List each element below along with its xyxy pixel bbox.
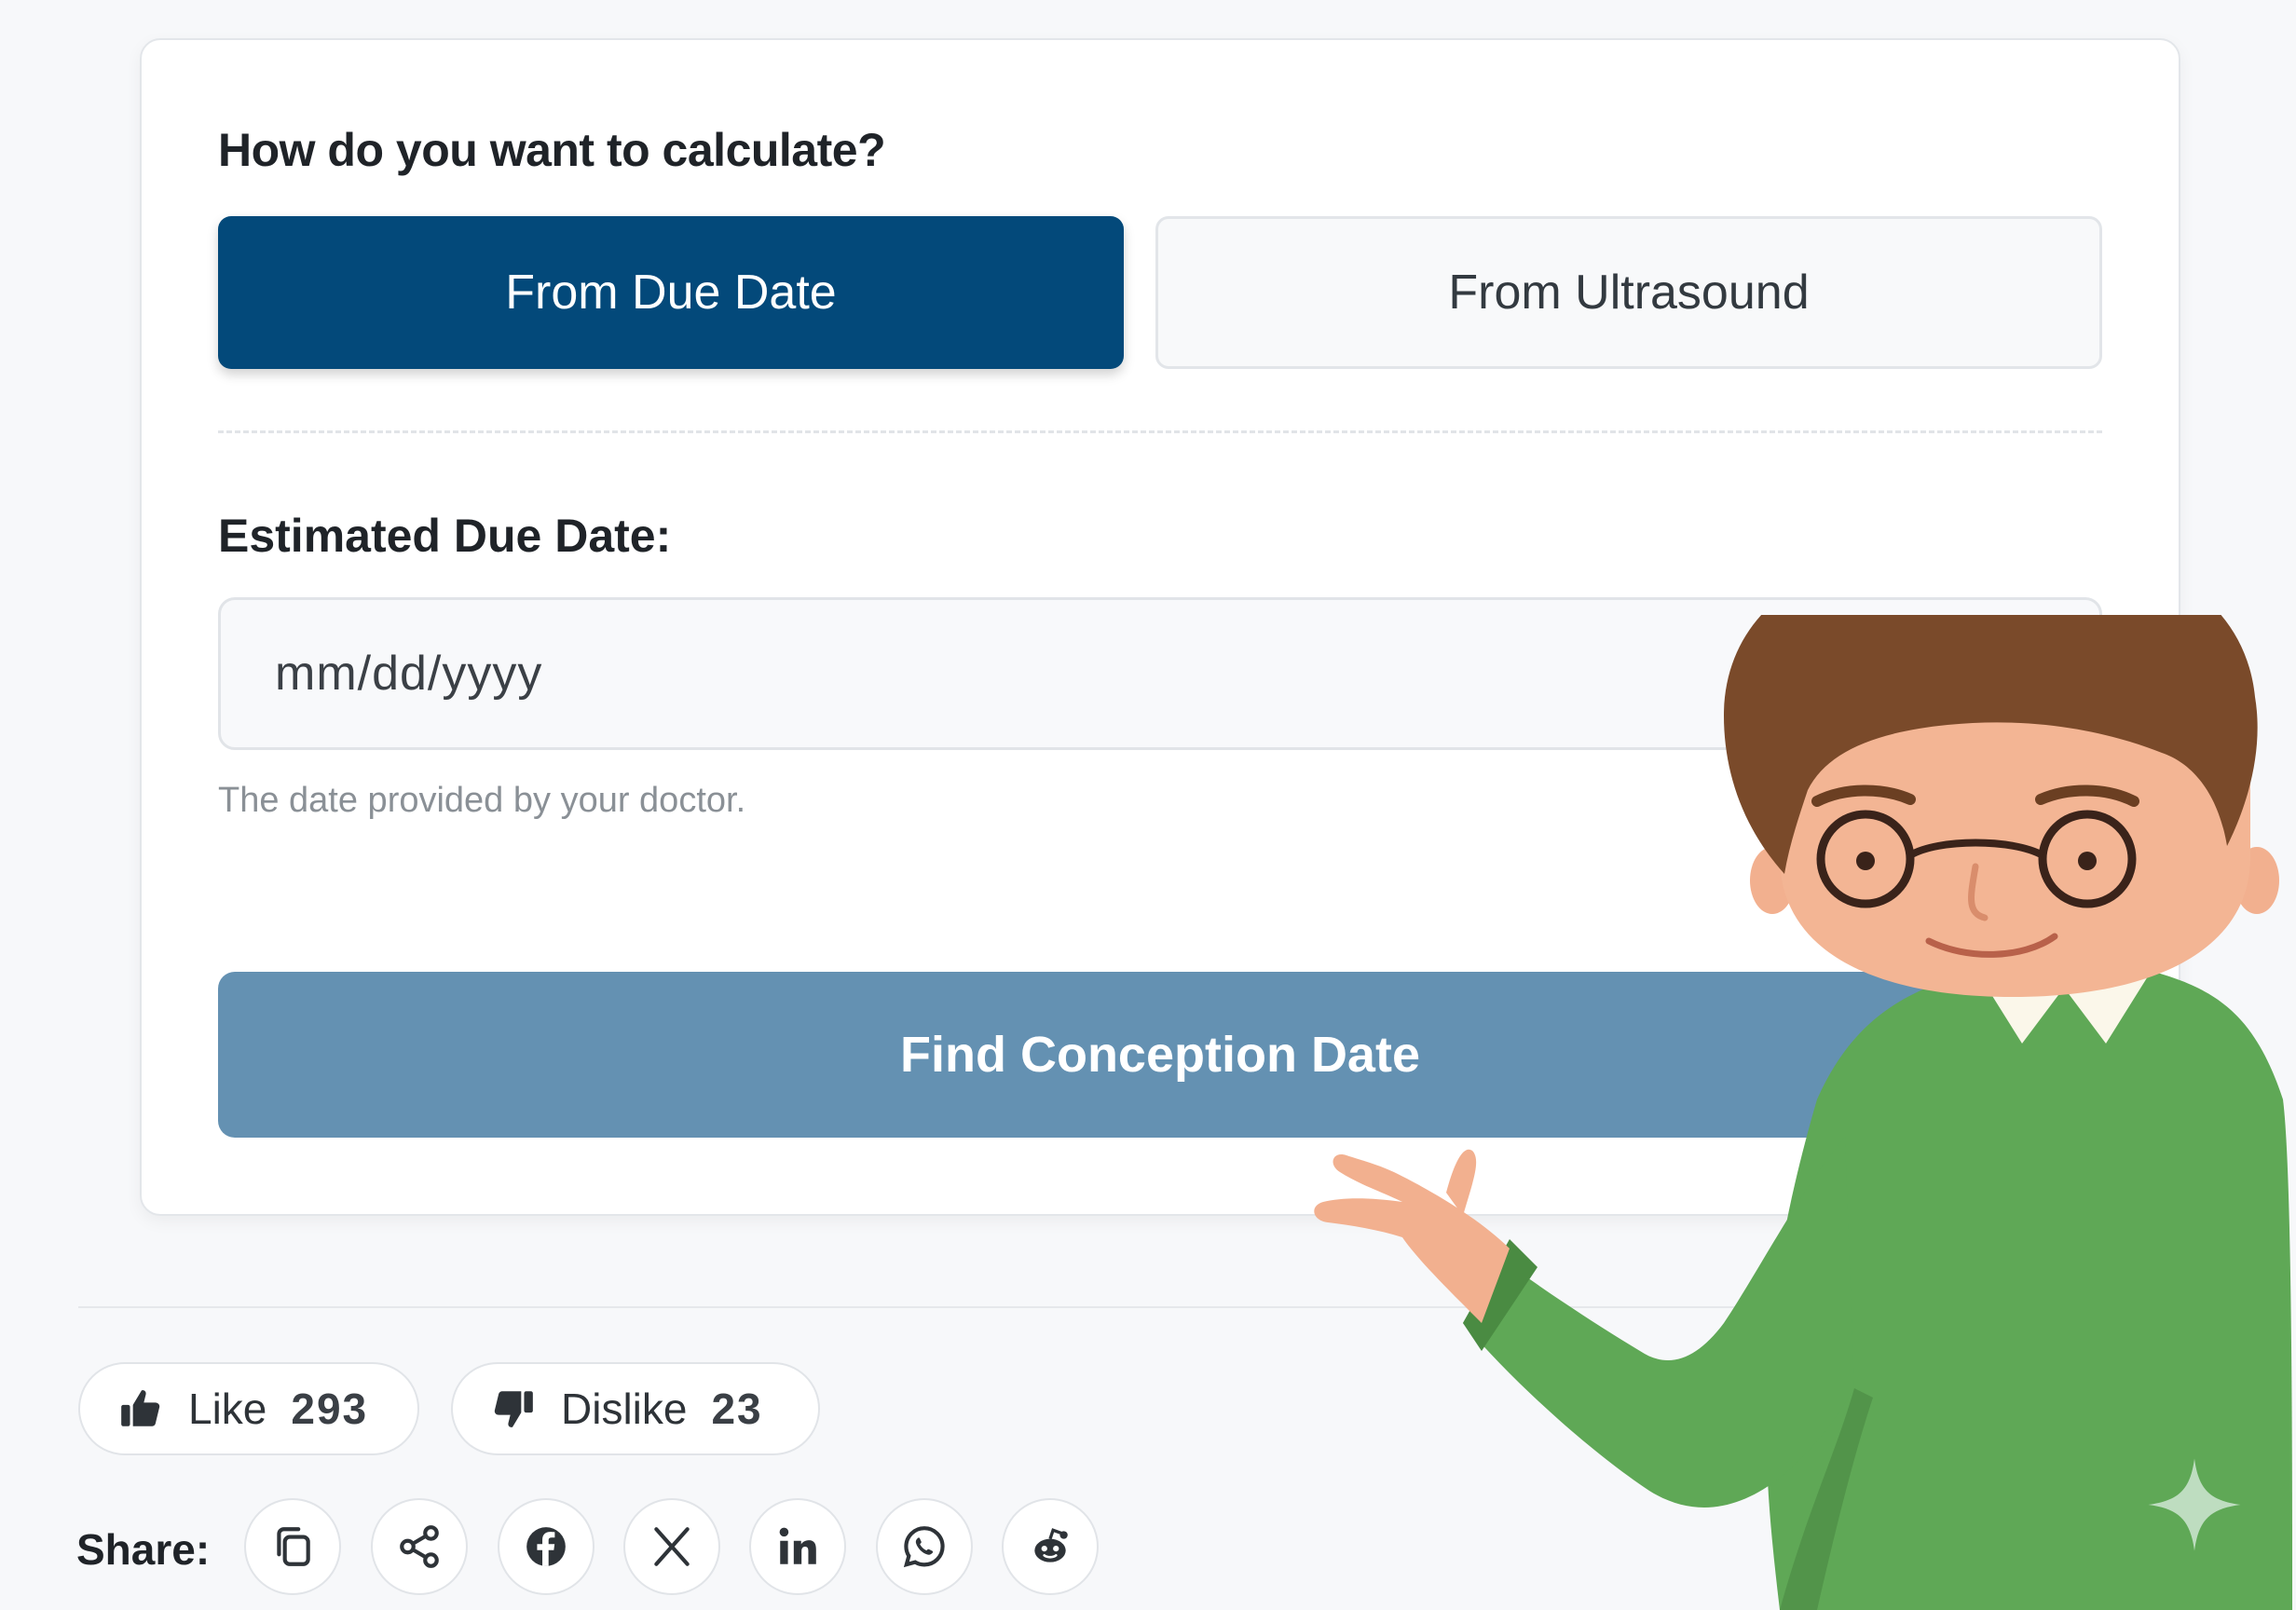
right-eye: [2078, 852, 2097, 870]
dislike-count: 23: [711, 1385, 763, 1433]
like-count: 293: [291, 1385, 369, 1433]
whatsapp-share-button[interactable]: [876, 1498, 973, 1595]
share-button[interactable]: [371, 1498, 468, 1595]
share-label: Share:: [76, 1525, 211, 1574]
presenter-illustration: [1314, 615, 2292, 1610]
thumbs-up-icon: [121, 1390, 160, 1426]
sparkle-icon: [2148, 1458, 2241, 1551]
due-date-label: Estimated Due Date:: [218, 510, 672, 562]
share-icon: [400, 1525, 439, 1568]
from-ultrasound-button[interactable]: From Ultrasound: [1155, 216, 2102, 369]
facebook-share-button[interactable]: [498, 1498, 594, 1595]
reddit-share-button[interactable]: [1002, 1498, 1099, 1595]
thumbs-down-icon: [494, 1391, 533, 1427]
reddit-icon: [1034, 1528, 1068, 1562]
linkedin-icon: [779, 1527, 816, 1564]
copy-icon: [277, 1527, 310, 1566]
left-eye: [1856, 852, 1875, 870]
from-due-date-label: From Due Date: [505, 266, 837, 320]
linkedin-share-button[interactable]: [749, 1498, 846, 1595]
hand: [1314, 1154, 1510, 1323]
like-label: Like: [188, 1385, 267, 1433]
copy-link-button[interactable]: [244, 1498, 341, 1595]
due-date-hint: The date provided by your doctor.: [218, 781, 746, 820]
dislike-label: Dislike: [561, 1385, 688, 1433]
x-share-button[interactable]: [623, 1498, 720, 1595]
dislike-button[interactable]: Dislike 23: [451, 1362, 820, 1455]
like-button[interactable]: Like 293: [78, 1362, 419, 1455]
section-divider: [218, 430, 2102, 433]
x-icon: [654, 1527, 690, 1566]
whatsapp-icon: [903, 1526, 945, 1568]
from-ultrasound-label: From Ultrasound: [1448, 266, 1810, 320]
facebook-icon: [526, 1527, 566, 1566]
from-due-date-button[interactable]: From Due Date: [218, 216, 1124, 369]
calculation-method-question: How do you want to calculate?: [218, 124, 886, 176]
due-date-placeholder: mm/dd/yyyy: [275, 647, 543, 701]
